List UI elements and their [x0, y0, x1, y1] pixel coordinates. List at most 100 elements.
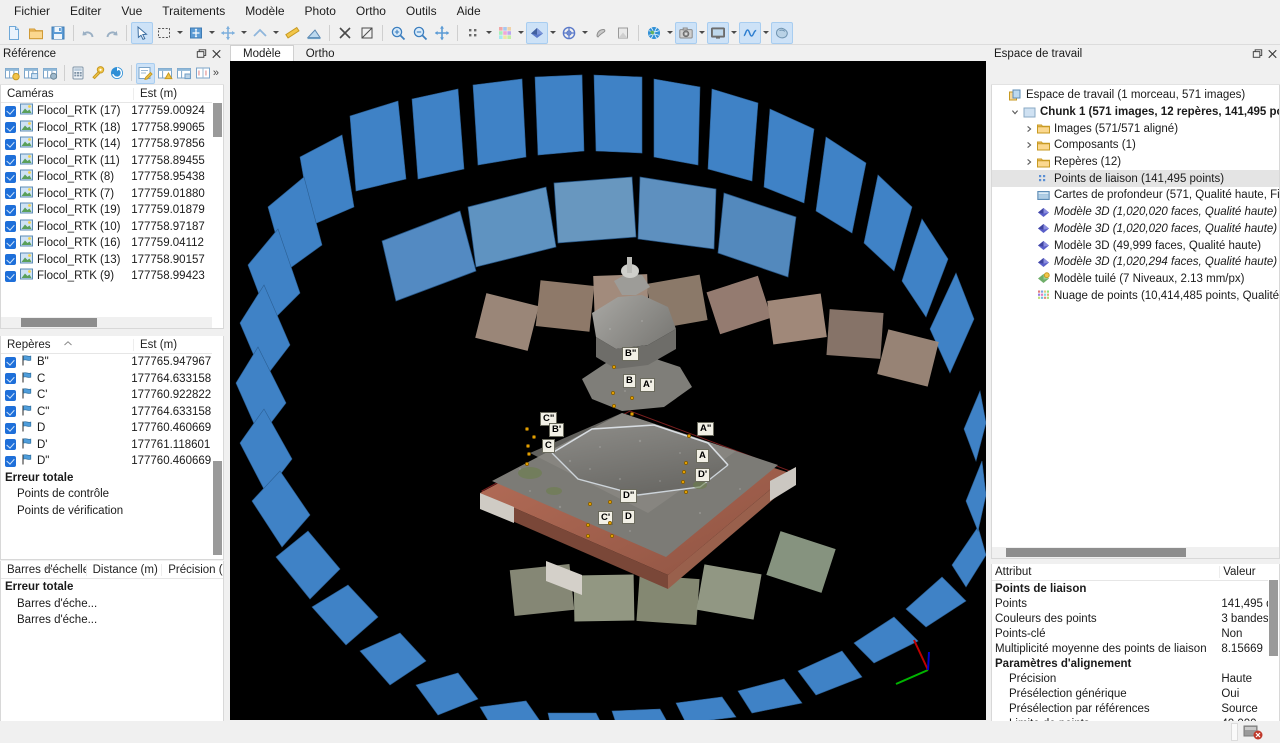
export-reference-icon[interactable]: [21, 63, 40, 84]
attribute-row[interactable]: Précision Haute: [992, 671, 1268, 686]
marker-row[interactable]: D' 177761.118601: [1, 437, 212, 454]
mesh-model-dropdown-arrow[interactable]: [548, 22, 558, 44]
rotate-object-dropdown-arrow[interactable]: [271, 22, 281, 44]
viewport-marker-point[interactable]: [681, 480, 685, 484]
dem-icon[interactable]: [590, 22, 612, 44]
row-checkbox[interactable]: [5, 373, 16, 385]
viewport-marker-label[interactable]: C: [542, 439, 555, 453]
viewport-marker-label[interactable]: A': [640, 378, 656, 392]
ruler-icon[interactable]: [281, 22, 303, 44]
marker-accuracy-icon[interactable]: [174, 63, 193, 84]
float-panel-button[interactable]: [194, 46, 209, 61]
workspace-tree-item[interactable]: Composants (1): [992, 137, 1279, 154]
workspace-tree-item[interactable]: Modèle 3D (49,999 faces, Qualité haute): [992, 237, 1279, 254]
ortho-icon[interactable]: [612, 22, 634, 44]
workspace-tree-item[interactable]: Images (571/571 aligné): [992, 120, 1279, 137]
move-object-dropdown-arrow[interactable]: [239, 22, 249, 44]
viewport-marker-point[interactable]: [532, 435, 536, 439]
reference-settings-icon[interactable]: [41, 63, 60, 84]
dense-cloud-dropdown-arrow[interactable]: [516, 22, 526, 44]
viewport-marker-point[interactable]: [612, 365, 616, 369]
row-checkbox[interactable]: [5, 356, 16, 368]
row-checkbox[interactable]: [5, 188, 16, 200]
cameras-column-header[interactable]: Caméras: [1, 88, 133, 100]
menu-item-outils[interactable]: Outils: [396, 1, 447, 21]
menu-item-traitements[interactable]: Traitements: [152, 1, 235, 21]
row-checkbox[interactable]: [5, 254, 16, 266]
viewport-marker-point[interactable]: [586, 523, 590, 527]
row-checkbox[interactable]: [5, 455, 16, 467]
camera-row[interactable]: Flocol_RTK (16) 177759.04112: [1, 235, 212, 252]
workspace-tree-item[interactable]: Espace de travail (1 morceau, 571 images…: [992, 87, 1279, 104]
attribute-row[interactable]: Couleurs des points 3 bandes,: [992, 611, 1268, 626]
globe-dropdown-arrow[interactable]: [665, 22, 675, 44]
viewport-marker-point[interactable]: [684, 461, 688, 465]
row-checkbox[interactable]: [5, 389, 16, 401]
camera-row[interactable]: Flocol_RTK (13) 177758.90157: [1, 252, 212, 269]
workspace-horizontal-scrollbar[interactable]: [992, 547, 1279, 558]
viewport-marker-point[interactable]: [525, 427, 529, 431]
attributes-vertical-scrollbar[interactable]: [1268, 564, 1279, 743]
redo-icon[interactable]: [100, 22, 122, 44]
attribute-row[interactable]: Présélection par références Source: [992, 701, 1268, 716]
scalebars-precision-column-header[interactable]: Précision (m: [161, 563, 223, 576]
rotate-object-icon[interactable]: [249, 22, 271, 44]
workspace-tree-item[interactable]: Repères (12): [992, 154, 1279, 171]
optimize-icon[interactable]: [88, 63, 107, 84]
scalebar-total-error-row[interactable]: Erreur totale: [1, 579, 223, 596]
cameras-list[interactable]: Caméras Est (m) Flocol_RTK (17) 177759.00…: [0, 85, 224, 329]
attribute-row[interactable]: Paramètres d'alignement: [992, 656, 1268, 671]
close-panel-button[interactable]: [1265, 46, 1280, 61]
menu-item-modle[interactable]: Modèle: [235, 1, 294, 21]
tiled-model-icon[interactable]: [558, 22, 580, 44]
marker-row[interactable]: B" 177765.947967: [1, 354, 212, 371]
resize-region-dropdown-arrow[interactable]: [207, 22, 217, 44]
viewport-marker-point[interactable]: [608, 521, 612, 525]
open-folder-icon[interactable]: [25, 22, 47, 44]
row-checkbox[interactable]: [5, 406, 16, 418]
row-checkbox[interactable]: [5, 171, 16, 183]
viewport-marker-label[interactable]: A": [697, 422, 715, 436]
row-checkbox[interactable]: [5, 155, 16, 167]
workspace-tree-item[interactable]: Points de liaison (141,495 points): [992, 170, 1279, 188]
camera-row[interactable]: Flocol_RTK (17) 177759.00924: [1, 103, 212, 120]
camera-row[interactable]: Flocol_RTK (19) 177759.01879: [1, 202, 212, 219]
scalebars-list[interactable]: Barres d'échelle Distance (m) Précision …: [0, 561, 224, 743]
tab-ortho[interactable]: Ortho: [294, 46, 347, 61]
display-mode-dropdown-arrow[interactable]: [729, 22, 739, 44]
workspace-tree-item[interactable]: Modèle 3D (1,020,020 faces, Qualité haut…: [992, 221, 1279, 238]
workspace-tree[interactable]: Espace de travail (1 morceau, 571 images…: [991, 85, 1280, 559]
row-checkbox[interactable]: [5, 237, 16, 249]
workspace-tree-item[interactable]: Chunk 1 (571 images, 12 repères, 141,495…: [992, 104, 1279, 121]
model-viewport[interactable]: B" B A' C" B' C A" A D' D" C' D: [230, 61, 986, 720]
undo-icon[interactable]: [78, 22, 100, 44]
row-checkbox[interactable]: [5, 122, 16, 134]
menu-item-fichier[interactable]: Fichier: [4, 1, 60, 21]
float-panel-button[interactable]: [1250, 46, 1265, 61]
menu-item-aide[interactable]: Aide: [447, 1, 491, 21]
mesh-model-icon[interactable]: [526, 21, 548, 44]
menu-item-photo[interactable]: Photo: [295, 1, 346, 21]
contour-icon[interactable]: [739, 21, 761, 44]
camera-row[interactable]: Flocol_RTK (11) 177758.89455: [1, 153, 212, 170]
point-cloud-icon[interactable]: [462, 22, 484, 44]
workspace-tree-item[interactable]: Modèle 3D (1,020,020 faces, Qualité haut…: [992, 204, 1279, 221]
import-reference-icon[interactable]: [2, 63, 21, 84]
calculator-icon[interactable]: [69, 63, 88, 84]
row-checkbox[interactable]: [5, 138, 16, 150]
viewport-marker-point[interactable]: [687, 434, 691, 438]
tiled-model-dropdown-arrow[interactable]: [580, 22, 590, 44]
viewport-marker-point[interactable]: [630, 396, 634, 400]
scalebars-distance-column-header[interactable]: Distance (m): [85, 563, 162, 576]
close-panel-button[interactable]: [209, 46, 224, 61]
cameras-est-column-header[interactable]: Est (m): [133, 87, 215, 100]
scalebar-accuracy-icon[interactable]: II: [194, 63, 213, 84]
workspace-tree-item[interactable]: Modèle 3D (1,020,294 faces, Qualité haut…: [992, 254, 1279, 271]
control-points-row[interactable]: Points de contrôle: [1, 486, 212, 503]
crop-icon[interactable]: [356, 22, 378, 44]
scalebar-row[interactable]: Barres d'éche...: [1, 612, 223, 629]
viewport-marker-label[interactable]: B: [623, 374, 636, 388]
edit-reference-icon[interactable]: [135, 62, 156, 84]
tab-modle[interactable]: Modèle: [230, 45, 294, 61]
viewport-marker-point[interactable]: [588, 502, 592, 506]
